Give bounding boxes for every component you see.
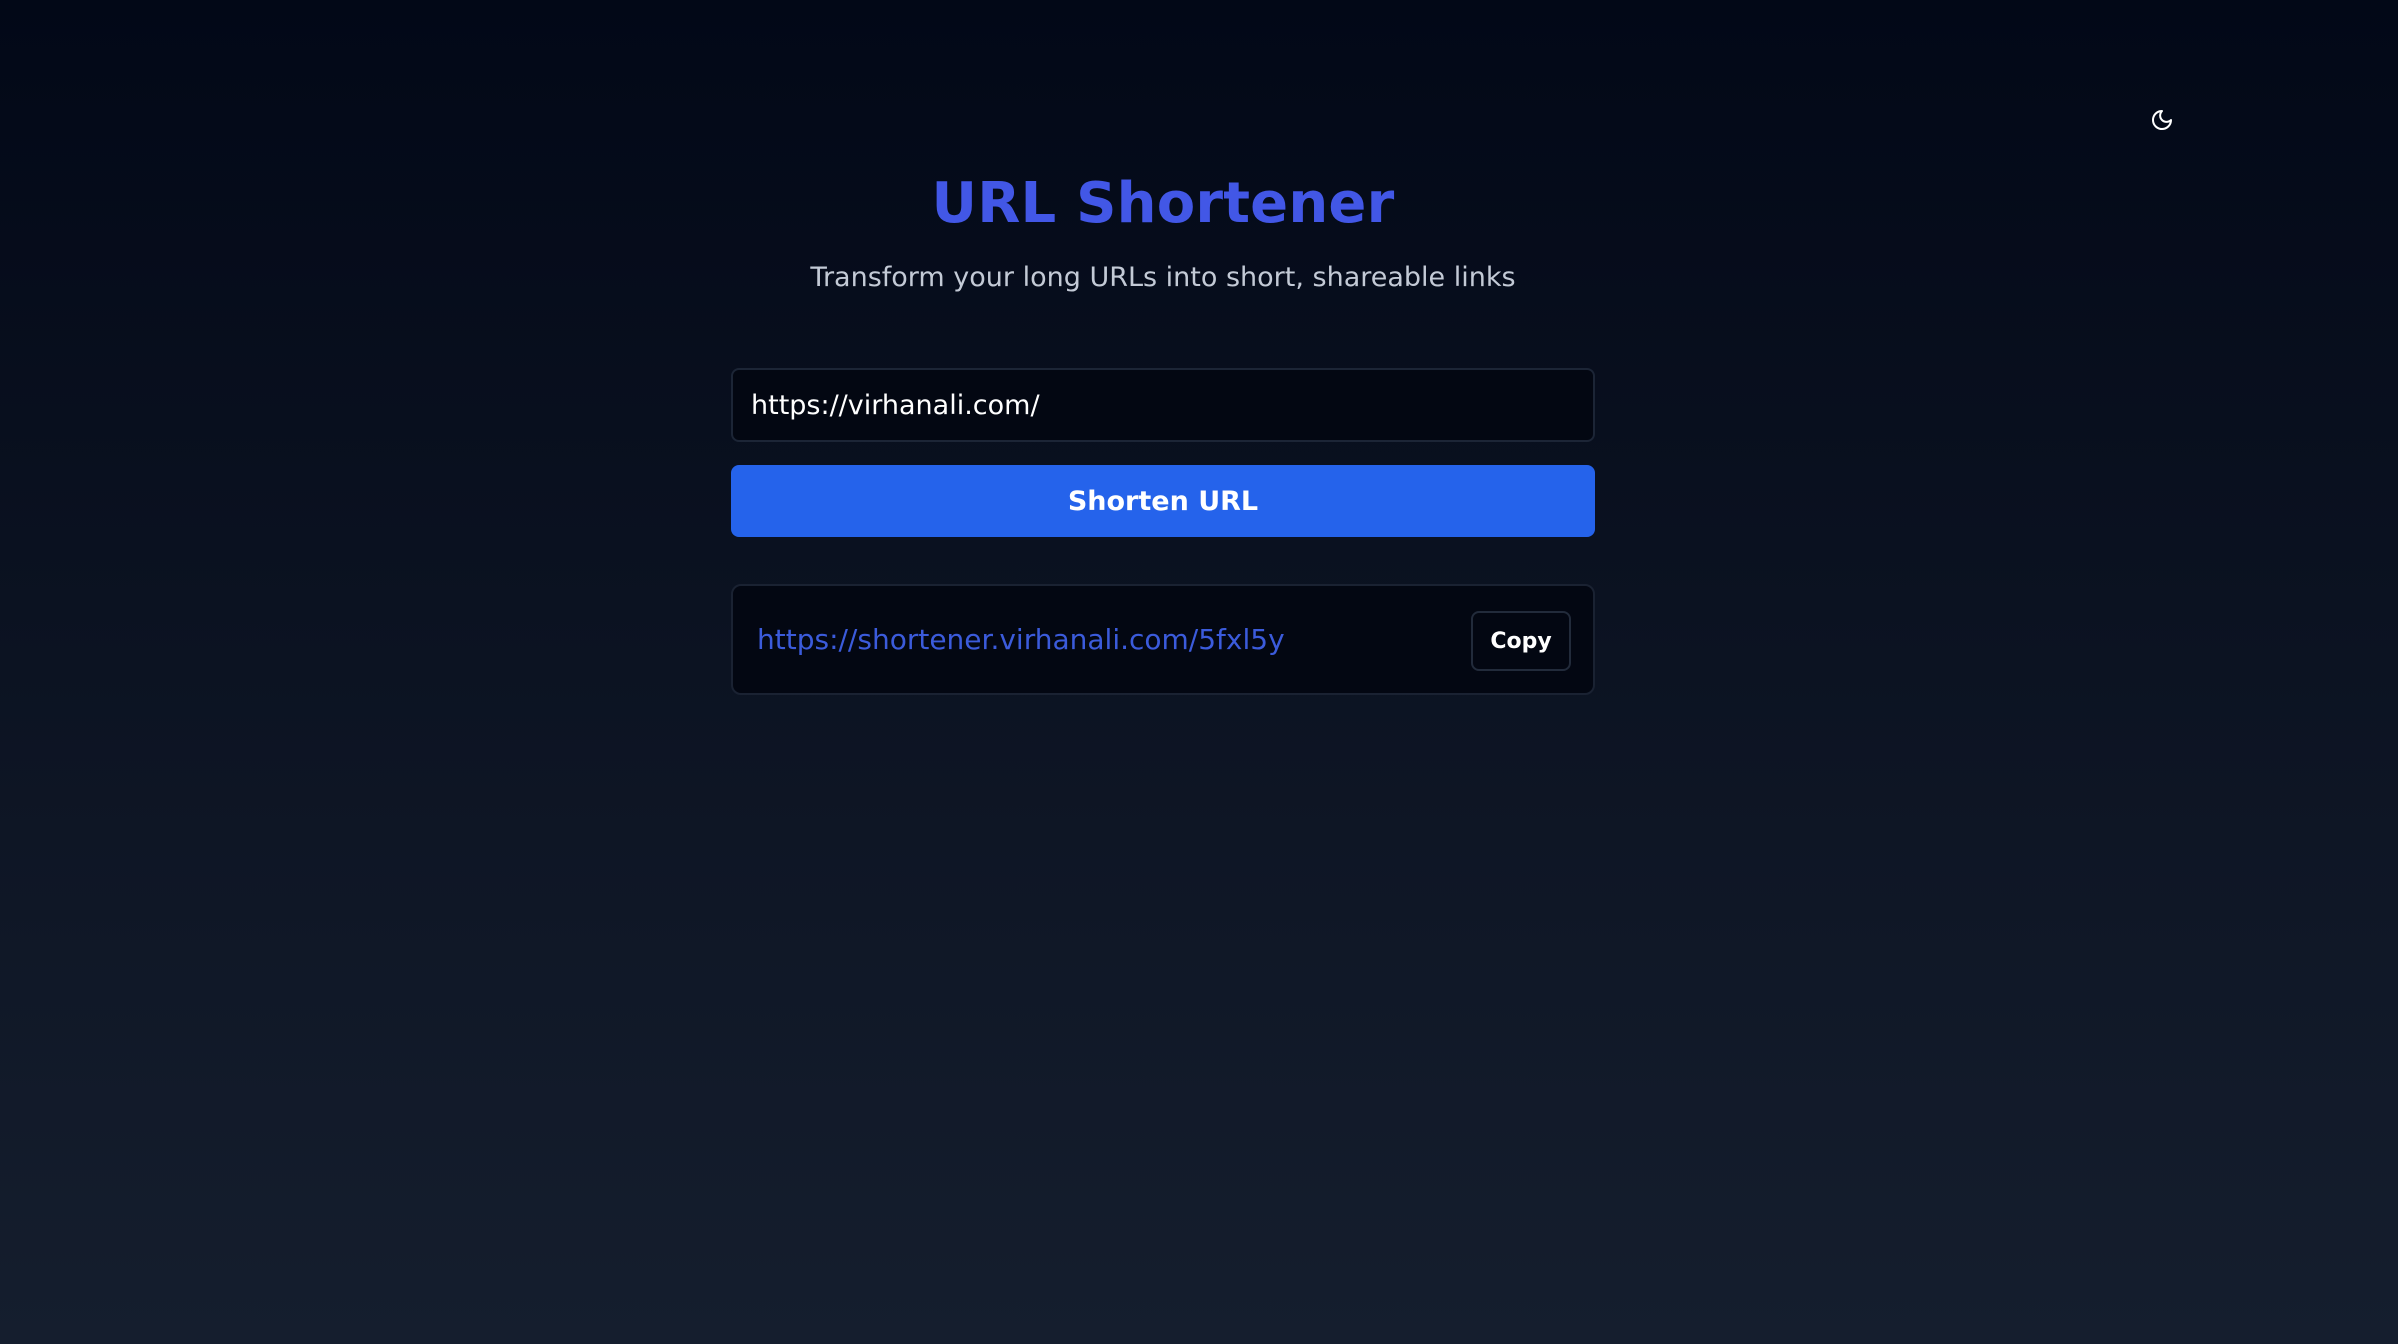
- theme-toggle-button[interactable]: [2144, 104, 2180, 140]
- short-url-link[interactable]: https://shortener.virhanali.com/5fxl5y: [757, 586, 1285, 693]
- result-card: https://shortener.virhanali.com/5fxl5y C…: [731, 584, 1595, 695]
- page-subtitle: Transform your long URLs into short, sha…: [810, 262, 1516, 293]
- shorten-url-button[interactable]: Shorten URL: [731, 465, 1595, 537]
- moon-icon: [2150, 108, 2174, 136]
- copy-button[interactable]: Copy: [1471, 611, 1571, 671]
- url-input[interactable]: [731, 368, 1595, 442]
- page-title: URL Shortener: [931, 171, 1395, 236]
